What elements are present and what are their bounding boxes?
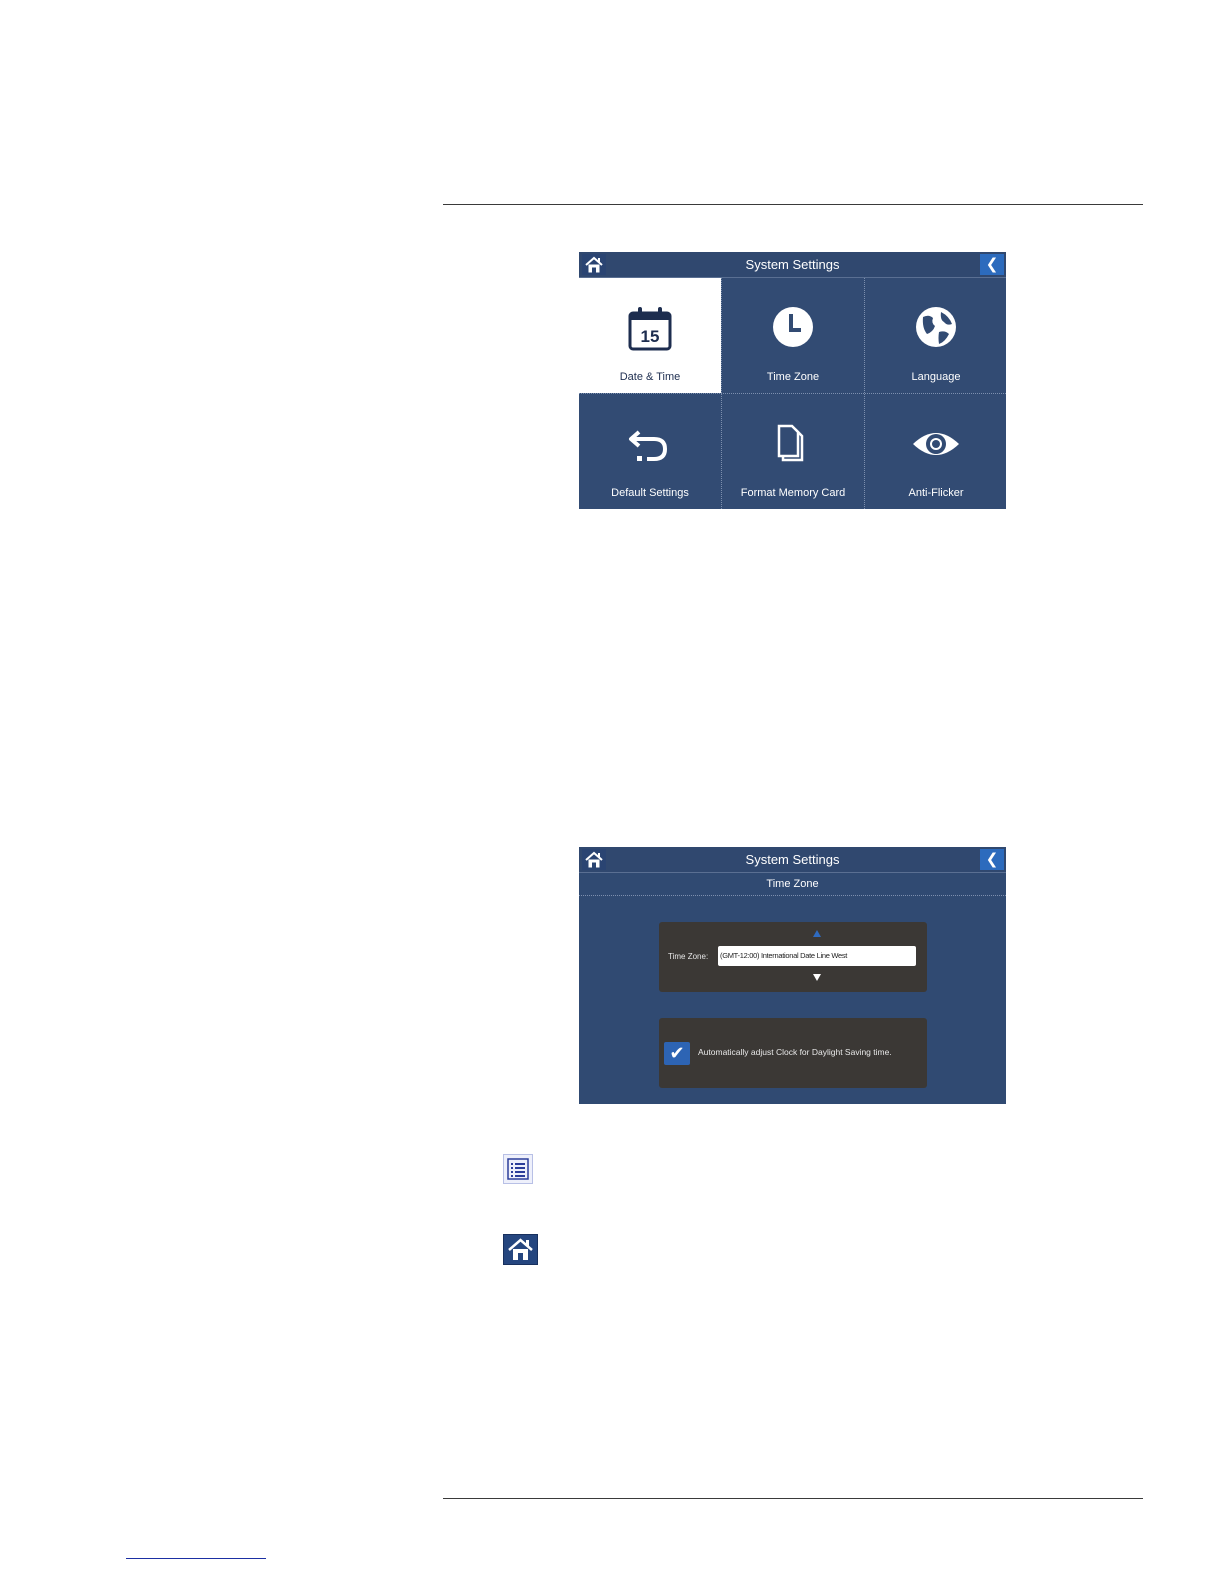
footer-link-underline <box>126 1558 266 1559</box>
time-zone-panel: Time Zone: (GMT-12:00) International Dat… <box>659 922 927 992</box>
title-bar: System Settings ❮ <box>579 847 1006 873</box>
page-title: System Settings <box>745 257 840 272</box>
scroll-up-button[interactable] <box>813 930 821 937</box>
title-bar: System Settings ❮ <box>579 252 1006 278</box>
tile-label: Default Settings <box>611 487 689 499</box>
back-button[interactable]: ❮ <box>980 254 1004 275</box>
header-rule <box>443 204 1143 205</box>
tile-language[interactable]: Language <box>865 278 1006 393</box>
tile-format-memory-card[interactable]: Format Memory Card <box>722 394 864 509</box>
calendar-icon: 15 <box>628 307 672 351</box>
tile-label: Time Zone <box>766 371 820 383</box>
tile-time-zone[interactable]: Time Zone <box>722 278 864 393</box>
list-icon <box>503 1154 533 1184</box>
tile-label: Date & Time <box>619 371 681 383</box>
time-zone-label: Time Zone: <box>668 952 709 961</box>
daylight-saving-panel: ✔ Automatically adjust Clock for Dayligh… <box>659 1018 927 1088</box>
tile-label: Format Memory Card <box>740 487 846 499</box>
tile-label: Language <box>911 371 961 383</box>
clock-icon <box>773 307 813 347</box>
system-settings-screen: System Settings ❮ 15 Date & Time Time Zo… <box>579 252 1006 509</box>
scroll-down-button[interactable] <box>813 974 821 981</box>
time-zone-select[interactable]: (GMT-12:00) International Date Line West <box>718 946 916 966</box>
tile-default-settings[interactable]: Default Settings <box>579 394 721 509</box>
daylight-saving-label: Automatically adjust Clock for Daylight … <box>698 1047 892 1057</box>
tile-date-time[interactable]: 15 Date & Time <box>579 278 721 393</box>
footer-rule <box>443 1498 1143 1499</box>
memory-card-icon <box>777 424 804 462</box>
tile-label: Anti-Flicker <box>908 487 964 499</box>
globe-icon <box>916 307 956 347</box>
section-title: Time Zone <box>579 873 1006 896</box>
time-zone-screen: System Settings ❮ Time Zone Time Zone: (… <box>579 847 1006 1104</box>
undo-icon <box>629 430 668 461</box>
back-button[interactable]: ❮ <box>980 849 1004 870</box>
home-icon <box>503 1234 538 1265</box>
eye-icon <box>913 433 959 455</box>
page-title: System Settings <box>745 852 840 867</box>
tile-anti-flicker[interactable]: Anti-Flicker <box>865 394 1006 509</box>
svg-text:15: 15 <box>641 327 660 346</box>
grid-divider <box>579 393 1006 394</box>
check-icon: ✔ <box>669 1043 685 1063</box>
daylight-saving-checkbox[interactable]: ✔ <box>664 1042 690 1065</box>
